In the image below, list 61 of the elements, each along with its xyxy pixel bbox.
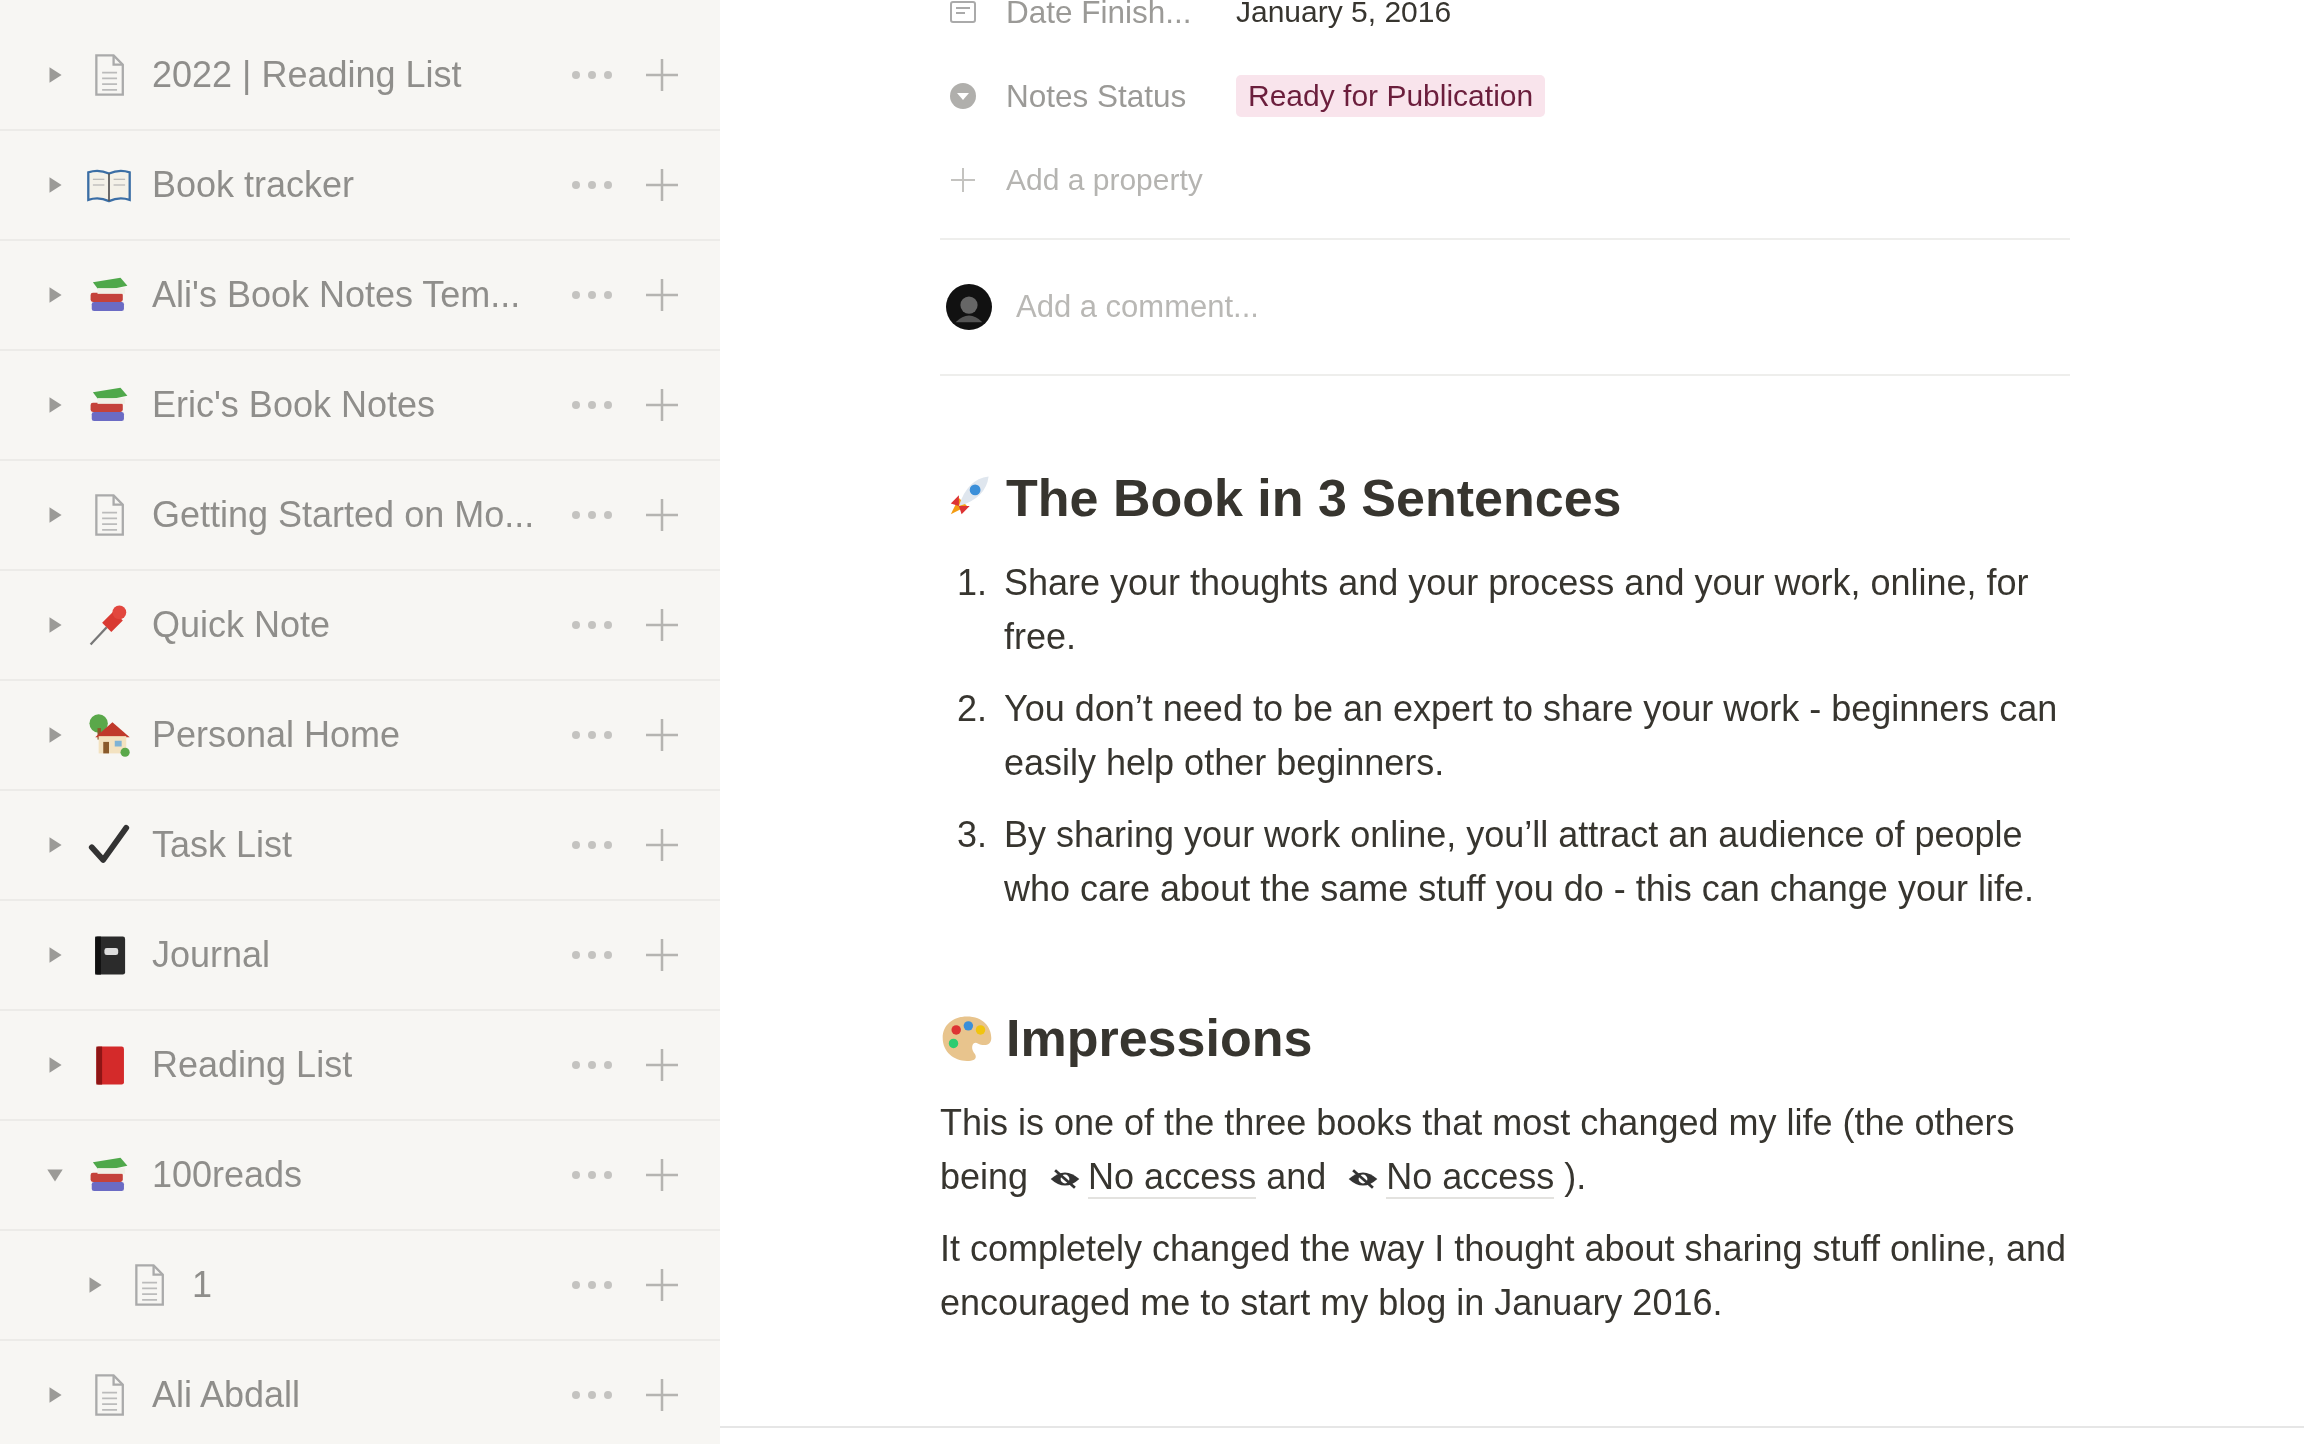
sidebar-item[interactable]: 2022 | Reading List [0,21,720,129]
sidebar-item[interactable]: Getting Started on Mo... [0,461,720,569]
add-icon[interactable] [644,57,680,93]
more-icon[interactable] [570,510,614,520]
add-icon[interactable] [644,937,680,973]
sidebar-item[interactable]: Book tracker [0,131,720,239]
more-icon[interactable] [570,400,614,410]
more-icon[interactable] [570,620,614,630]
list-item-text: Share your thoughts and your process and your work, online, for free. [1004,561,2030,659]
more-icon[interactable] [570,1390,614,1400]
avatar [946,284,992,330]
sidebar-item[interactable]: Personal Home [0,681,720,789]
comment-field[interactable]: Add a comment... [1014,288,1618,326]
property-name: Notes Status [1006,77,1188,115]
more-icon[interactable] [570,730,614,740]
more-icon[interactable] [570,70,614,80]
more-icon[interactable] [570,1280,614,1290]
add-icon[interactable] [644,497,680,533]
select-property-icon [948,81,978,111]
sidebar-item[interactable]: Eric's Book Notes [0,351,720,459]
property-name: Date Finish... [1006,0,1193,31]
add-icon[interactable] [644,387,680,423]
sidebar-item[interactable]: Ali Abdall [0,1341,720,1444]
property-value[interactable]: January 5, 2016 [1236,0,1452,29]
list-number: 3. [956,813,988,857]
more-icon[interactable] [570,950,614,960]
add-icon[interactable] [644,1377,680,1413]
list-item-text: You don’t need to be an expert to share your work - beginners can easily help other beginners. [1004,687,2059,785]
sidebar-item[interactable]: Quick Note [0,571,720,679]
sidebar-item[interactable]: Reading List [0,1011,720,1119]
add-icon[interactable] [644,717,680,753]
add-icon[interactable] [644,1157,680,1193]
more-icon[interactable] [570,1170,614,1180]
sidebar-item[interactable]: 1 [0,1231,720,1339]
add-icon[interactable] [644,277,680,313]
list-number: 2. [956,687,988,731]
add-icon[interactable] [948,165,978,195]
page-link[interactable]: No access [1386,1156,1555,1199]
paragraph: It completely changed the way I thought about sharing stuff online, and encouraged me to start my blog in January 2016. [940,1227,2068,1325]
house-icon [86,712,132,758]
add-icon[interactable] [644,1047,680,1083]
list-item-text: By sharing your work online, you’ll attract an audience of people who care about the same stuff you do - this can change your life. [1004,813,2035,911]
sidebar-item[interactable]: Ali's Book Notes Tem... [0,241,720,349]
section-heading: The Book in 3 Sentences [1006,468,1622,528]
section-heading: Impressions [1006,1008,1313,1068]
list-number: 1. [956,561,988,605]
add-icon[interactable] [644,827,680,863]
more-icon[interactable] [570,180,614,190]
sidebar-item[interactable]: Task List [0,791,720,899]
add-icon[interactable] [644,1267,680,1303]
add-property-button[interactable]: Add a property [1006,163,1203,197]
sidebar-item[interactable]: Journal [0,901,720,1009]
add-icon[interactable] [644,167,680,203]
page-link[interactable]: No access [1088,1156,1257,1199]
more-icon[interactable] [570,290,614,300]
more-icon[interactable] [570,1060,614,1070]
add-icon[interactable] [644,607,680,643]
more-icon[interactable] [570,840,614,850]
sidebar-item[interactable]: 100reads [0,1121,720,1229]
paragraph: This is one of the three books that most changed my life (the others being No access and No access ). [940,1101,2016,1201]
status-tag[interactable]: Ready for Publication [1236,75,1546,117]
